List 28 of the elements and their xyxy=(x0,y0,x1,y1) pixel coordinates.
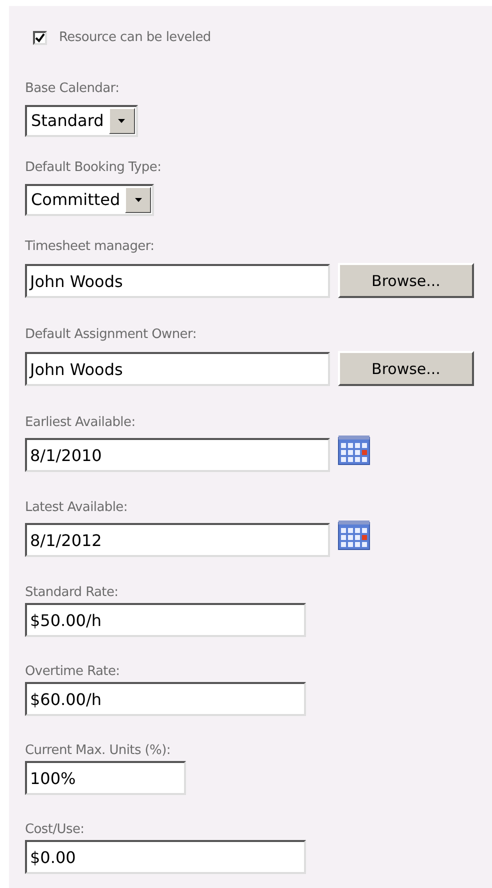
caret-icon xyxy=(134,198,142,202)
calendar-icon[interactable] xyxy=(338,520,370,550)
browse-button[interactable]: Browse... xyxy=(338,263,474,298)
input-field[interactable]: John Woods xyxy=(25,352,330,386)
checkbox-label: Resource can be leveled xyxy=(59,29,211,47)
browse-button[interactable]: Browse... xyxy=(338,351,474,386)
field-label: Default Assignment Owner: xyxy=(25,326,198,344)
field-label: Default Booking Type: xyxy=(25,159,162,177)
dropdown[interactable]: Standard xyxy=(25,105,138,137)
input-field[interactable]: John Woods xyxy=(25,264,330,298)
field-label: Cost/Use: xyxy=(25,821,86,839)
field-label: Latest Available: xyxy=(25,499,128,517)
input-field[interactable]: 100% xyxy=(25,761,186,795)
field-label: Standard Rate: xyxy=(25,584,120,602)
calendar-icon[interactable] xyxy=(338,435,370,465)
input-field[interactable]: $50.00/h xyxy=(25,603,306,637)
caret-icon xyxy=(118,119,126,123)
field-label: Overtime Rate: xyxy=(25,663,121,681)
date-field[interactable]: 8/1/2010 xyxy=(25,438,330,472)
field-label: Earliest Available: xyxy=(25,414,136,432)
field-label: Timesheet manager: xyxy=(25,238,156,256)
input-field[interactable]: $0.00 xyxy=(25,840,306,874)
checkbox[interactable] xyxy=(33,31,47,45)
field-label: Current Max. Units (%): xyxy=(25,742,172,760)
input-field[interactable]: $60.00/h xyxy=(25,682,306,716)
field-label: Base Calendar: xyxy=(25,80,120,98)
dropdown[interactable]: Committed xyxy=(25,184,154,216)
date-field[interactable]: 8/1/2012 xyxy=(25,523,330,557)
